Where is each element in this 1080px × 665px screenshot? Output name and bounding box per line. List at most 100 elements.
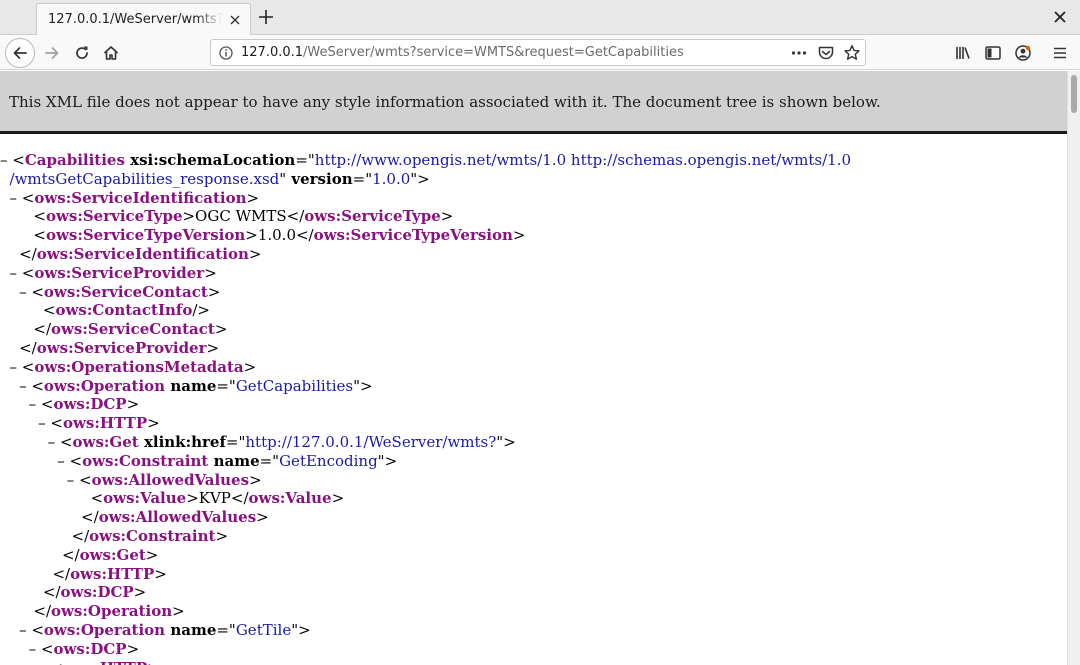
window-close-icon[interactable] [1053, 10, 1067, 24]
xml-tree-line: – <ows:DCP> [0, 640, 1067, 659]
xml-tag-name: ows:ServiceContact [51, 320, 215, 339]
xml-tag-name: ows:Value [103, 489, 187, 508]
reload-icon [76, 46, 88, 59]
xml-attribute-value: http://www.opengis.net/wmts/1.0 http://s… [314, 151, 852, 169]
xml-text: >OGC WMTS</ [182, 207, 305, 226]
xml-tag-name: ows:Constraint [82, 451, 209, 470]
xml-text: > [246, 188, 260, 207]
xml-text: – < [0, 451, 83, 470]
xml-tree-line: <ows:ServiceTypeVersion>1.0.0</ows:Servi… [0, 226, 1067, 245]
xml-text: > [243, 357, 257, 376]
xml-tree-line: </ows:Operation> [0, 602, 1067, 621]
account-button[interactable] [1008, 38, 1038, 68]
xml-tag-name: ows:Get [79, 545, 146, 564]
xml-text: =" [295, 151, 315, 169]
xml-text: =" [225, 432, 246, 451]
page-content: This XML file does not appear to have an… [0, 71, 1067, 665]
sidebar-icon [985, 46, 1001, 60]
xml-tree-line: </ows:Constraint> [0, 527, 1067, 546]
xml-text: =" [216, 376, 236, 395]
xml-text: > [248, 244, 262, 263]
xml-text: =" [352, 169, 373, 188]
xml-tree-line: </ows:ServiceProvider> [0, 339, 1067, 358]
xml-text: >1.0.0</ [245, 226, 314, 245]
vertical-scrollbar[interactable] [1067, 71, 1080, 665]
xml-tree-line: /wmtsGetCapabilities_response.xsd" versi… [0, 170, 1067, 189]
xml-tag-name: ows:Operation [43, 620, 166, 639]
home-icon [103, 46, 119, 60]
url-bar[interactable]: 127.0.0.1/WeServer/wmts?service=WMTS&req… [210, 39, 866, 66]
menu-icon [1054, 47, 1066, 59]
more-dots-icon[interactable] [790, 44, 808, 62]
xml-text: > [147, 414, 160, 433]
xml-text: > [145, 545, 159, 564]
xml-text: "> [377, 451, 398, 470]
bookmark-star-icon[interactable] [843, 44, 861, 62]
menu-button[interactable] [1045, 38, 1075, 68]
xml-text: </ [0, 508, 99, 527]
url-path: /WeServer/wmts?service=WMTS&request=GetC… [303, 45, 684, 60]
xml-text: > [512, 226, 526, 245]
back-button[interactable] [5, 38, 35, 68]
xml-tree-line: – <ows:OperationsMetadata> [0, 358, 1067, 377]
xml-text: > [440, 207, 454, 226]
xml-attribute-value: /wmtsGetCapabilities_response.xsd [0, 169, 280, 188]
xml-text: =" [259, 451, 280, 470]
plus-icon[interactable] [256, 7, 276, 27]
xml-text: > [256, 508, 269, 527]
xml-tag-name: Capabilities [24, 151, 125, 169]
xml-tree-line: – <ows:Operation name="GetTile"> [0, 621, 1067, 640]
xml-text: – < [0, 659, 63, 665]
xml-tree-line: – <Capabilities xsi:schemaLocation="http… [0, 151, 1067, 170]
back-arrow-icon [13, 47, 27, 59]
xml-tree-line: – <ows:ServiceProvider> [0, 264, 1067, 283]
xml-attribute-name: xsi:schemaLocation [124, 151, 296, 169]
close-tab-icon[interactable] [227, 12, 243, 28]
url-host: 127.0.0.1 [241, 45, 304, 60]
xml-tag-name: ows:DCP [60, 583, 134, 602]
xml-tag-name: ows:ServiceTypeVersion [313, 226, 513, 245]
xml-info-message: This XML file does not appear to have an… [9, 93, 881, 111]
xml-tree-line: – <ows:HTTP> [0, 414, 1067, 433]
xml-text: > [204, 263, 217, 282]
xml-tree-line: – <ows:AllowedValues> [0, 471, 1067, 490]
xml-attribute-name: name [208, 451, 260, 470]
xml-text: – < [0, 188, 35, 207]
sidebar-button[interactable] [978, 38, 1008, 68]
tab-active[interactable]: 127.0.0.1/WeServer/wmts?se [36, 3, 251, 36]
xml-text: =" [216, 620, 236, 639]
xml-text: – < [0, 376, 44, 395]
url-text[interactable]: 127.0.0.1/WeServer/wmts?service=WMTS&req… [241, 45, 684, 60]
xml-tag-name: ows:HTTP [70, 564, 155, 583]
pocket-icon[interactable] [817, 44, 835, 62]
xml-text: > [214, 320, 228, 339]
forward-arrow-icon [45, 47, 59, 59]
xml-text: </ [0, 602, 51, 621]
xml-tag-name: ows:ServiceProvider [36, 338, 207, 357]
xml-tree-line: – <ows:Operation name="GetCapabilities"> [0, 377, 1067, 396]
reload-button[interactable] [67, 38, 97, 68]
site-info-icon[interactable] [219, 46, 233, 60]
xml-text: – < [0, 395, 54, 414]
xml-attribute-name: name [165, 376, 217, 395]
xml-text: – < [0, 432, 73, 451]
xml-text: </ [0, 526, 90, 545]
xml-text: > [206, 338, 220, 357]
xml-tree-line: – <ows:Constraint name="GetEncoding"> [0, 452, 1067, 471]
forward-button[interactable] [37, 38, 67, 68]
xml-tag-name: ows:Value [248, 489, 332, 508]
library-button[interactable] [948, 38, 978, 68]
xml-tree-line: – <ows:DCP> [0, 395, 1067, 414]
xml-tree-line: <ows:Value>KVP</ows:Value> [0, 489, 1067, 508]
xml-document-tree: – <Capabilities xsi:schemaLocation="http… [0, 151, 1067, 665]
xml-attribute-value: 1.0.0 [372, 169, 411, 188]
xml-tree-line: <ows:ServiceType>OGC WMTS</ows:ServiceTy… [0, 207, 1067, 226]
home-button[interactable] [96, 38, 126, 68]
xml-tag-name: ows:AllowedValues [91, 470, 250, 489]
xml-tag-name: ows:DCP [53, 395, 127, 414]
scrollbar-thumb[interactable] [1071, 75, 1077, 113]
xml-text: – < [0, 357, 35, 376]
xml-tag-name: ows:DCP [53, 639, 127, 658]
xml-text: </ [0, 338, 37, 357]
account-icon [1015, 45, 1031, 61]
